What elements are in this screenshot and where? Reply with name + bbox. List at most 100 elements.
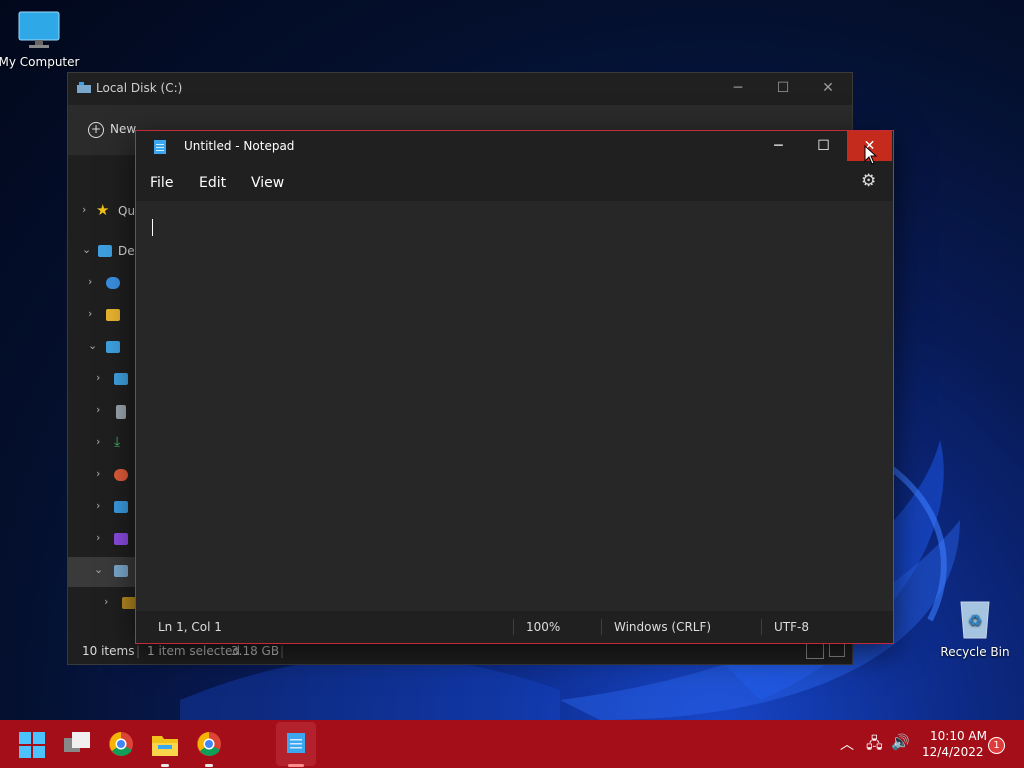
minimize-button[interactable]: ─: [756, 131, 801, 161]
explorer-title: Local Disk (C:): [96, 81, 183, 95]
desktop-icon-label: My Computer: [0, 55, 80, 69]
desktop-icon-label: Recycle Bin: [940, 645, 1010, 659]
folder-icon: [122, 597, 136, 609]
zoom-level: 100%: [526, 620, 561, 634]
nav-item-documents[interactable]: ›: [68, 397, 136, 427]
music-icon: [114, 469, 128, 481]
chrome-icon[interactable]: [108, 731, 136, 759]
drive-icon: [114, 373, 128, 385]
tiles-view-button[interactable]: [829, 643, 845, 657]
details-view-button[interactable]: [806, 643, 824, 659]
nav-item-label: Quick access: [118, 204, 136, 218]
pictures-icon: [114, 501, 128, 513]
nav-item-folder[interactable]: ›: [68, 589, 136, 619]
explorer-title-bar[interactable]: Local Disk (C:) ─ ☐ ✕: [68, 73, 852, 105]
status-separator: [513, 619, 514, 635]
notepad-icon: [287, 733, 305, 753]
clock-time[interactable]: 10:10 AM: [930, 729, 987, 743]
nav-item-drive[interactable]: ›: [68, 365, 136, 395]
svg-text:♻: ♻: [968, 611, 982, 630]
cursor-position: Ln 1, Col 1: [158, 620, 222, 634]
nav-item-videos[interactable]: ›: [68, 525, 136, 555]
chrome-icon[interactable]: [196, 731, 224, 759]
chevron-right-icon: ›: [96, 403, 101, 416]
download-icon: ⤓: [114, 434, 121, 450]
desktop-icon: [98, 245, 112, 257]
explorer-maximize-button[interactable]: ☐: [760, 73, 806, 105]
maximize-button[interactable]: ☐: [801, 131, 846, 161]
explorer-nav-pane: › ★ Quick access ⌄ Desktop › › ⌄ › › ›⤓ …: [68, 157, 136, 637]
show-hidden-icons-chevron-icon[interactable]: ︿: [840, 734, 854, 754]
monitor-icon: [106, 341, 120, 353]
item-count: 10 items: [82, 644, 135, 658]
notepad-status-bar: Ln 1, Col 1 100% Windows (CRLF) UTF-8: [136, 611, 893, 643]
status-separator: [761, 619, 762, 635]
menu-edit[interactable]: Edit: [199, 175, 226, 191]
desktop-icon-recycle-bin[interactable]: ♻ Recycle Bin: [932, 596, 1018, 659]
chevron-right-icon: ›: [88, 275, 93, 288]
text-caret: [152, 219, 153, 236]
network-icon[interactable]: 🖧: [866, 733, 883, 758]
videos-icon: [114, 533, 128, 545]
text-editor-area[interactable]: [136, 201, 893, 611]
chevron-right-icon: ›: [82, 203, 87, 216]
menu-file[interactable]: File: [150, 175, 173, 191]
document-icon: [116, 405, 126, 419]
nav-item-downloads[interactable]: › ⤓: [68, 429, 136, 459]
explorer-close-button[interactable]: ✕: [805, 73, 851, 105]
nav-item-onedrive[interactable]: ›: [68, 269, 136, 299]
chrome-running-indicator: [205, 764, 213, 767]
notepad-title: Untitled - Notepad: [184, 139, 295, 153]
chevron-right-icon: ›: [96, 499, 101, 512]
chevron-right-icon: ›: [104, 595, 109, 608]
task-view-icon[interactable]: [64, 732, 92, 760]
status-separator: |: [136, 644, 141, 658]
folder-icon: [106, 309, 120, 321]
windows-start-icon[interactable]: [19, 732, 47, 760]
notepad-icon: [154, 140, 166, 154]
taskbar: ︿ 🖧 🔊 10:10 AM 12/4/2022 1: [0, 720, 1024, 768]
nav-item-label: Desktop: [118, 244, 136, 258]
status-separator: |: [280, 644, 285, 658]
chevron-right-icon: ›: [88, 307, 93, 320]
monitor-icon: [18, 11, 60, 48]
star-icon: ★: [96, 201, 110, 219]
notepad-taskbar-button[interactable]: [276, 722, 316, 767]
nav-item-music[interactable]: ›: [68, 461, 136, 491]
nav-item-quick-access[interactable]: › ★ Quick access: [68, 197, 136, 227]
chevron-right-icon: ›: [96, 435, 101, 448]
explorer-minimize-button[interactable]: ─: [715, 73, 761, 105]
disk-icon: [114, 565, 128, 577]
menu-view[interactable]: View: [251, 175, 284, 191]
nav-item-local-disk[interactable]: ⌄: [68, 557, 136, 587]
notepad-menu-bar: File Edit View ⚙: [136, 161, 893, 201]
line-ending: Windows (CRLF): [614, 620, 712, 634]
chevron-right-icon: ›: [96, 371, 101, 384]
chevron-down-icon: ⌄: [82, 243, 92, 256]
desktop-icon-my-computer[interactable]: My Computer: [0, 10, 82, 69]
nav-item-pictures[interactable]: ›: [68, 493, 136, 523]
notepad-window[interactable]: Untitled - Notepad ─ ☐ ✕ File Edit View …: [135, 130, 894, 644]
status-separator: [601, 619, 602, 635]
chevron-down-icon: ⌄: [94, 563, 104, 576]
cloud-icon: [106, 277, 120, 289]
new-button[interactable]: + New: [88, 122, 136, 138]
chevron-right-icon: ›: [96, 531, 101, 544]
notification-badge[interactable]: 1: [988, 737, 1005, 754]
new-label: New: [110, 122, 137, 136]
plus-icon: +: [88, 122, 104, 138]
nav-item-desktop[interactable]: ⌄ Desktop: [68, 237, 136, 267]
drive-icon: [77, 82, 91, 93]
nav-item-my-computer[interactable]: ⌄: [68, 333, 136, 363]
clock-date[interactable]: 12/4/2022: [922, 745, 984, 759]
nav-item-vbox[interactable]: ›: [68, 301, 136, 331]
chevron-down-icon: ⌄: [88, 339, 98, 352]
encoding: UTF-8: [774, 620, 809, 634]
notepad-title-bar[interactable]: Untitled - Notepad ─ ☐ ✕: [136, 131, 893, 161]
settings-gear-icon[interactable]: ⚙: [861, 171, 876, 191]
notepad-active-indicator: [288, 764, 304, 767]
file-explorer-icon[interactable]: [152, 732, 180, 760]
volume-icon[interactable]: 🔊: [891, 733, 910, 751]
chevron-right-icon: ›: [96, 467, 101, 480]
mouse-cursor-icon: [864, 145, 878, 165]
